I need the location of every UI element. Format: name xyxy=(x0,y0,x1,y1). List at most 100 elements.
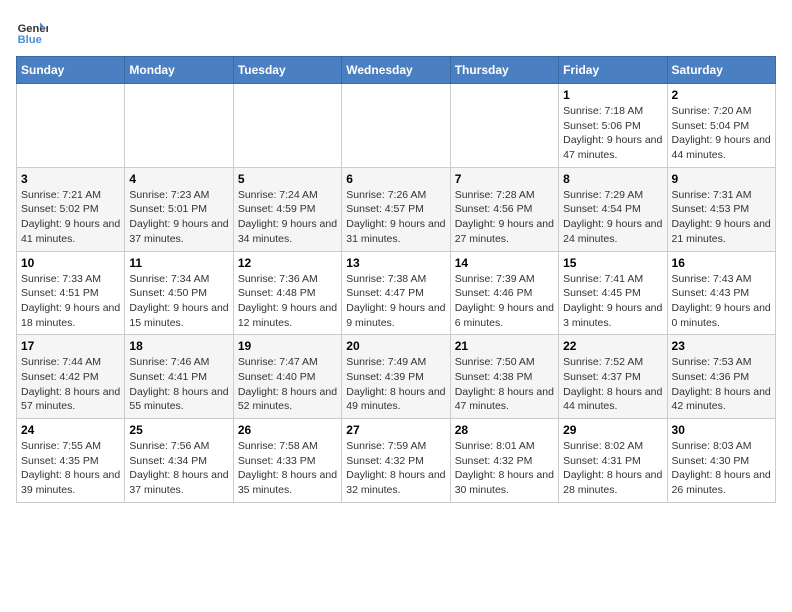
day-header-saturday: Saturday xyxy=(667,57,775,84)
day-number: 30 xyxy=(672,423,771,437)
calendar-cell: 11Sunrise: 7:34 AM Sunset: 4:50 PM Dayli… xyxy=(125,251,233,335)
day-number: 26 xyxy=(238,423,337,437)
day-number: 3 xyxy=(21,172,120,186)
day-number: 15 xyxy=(563,256,662,270)
day-info: Sunrise: 7:28 AM Sunset: 4:56 PM Dayligh… xyxy=(455,188,554,247)
day-info: Sunrise: 7:21 AM Sunset: 5:02 PM Dayligh… xyxy=(21,188,120,247)
day-number: 28 xyxy=(455,423,554,437)
day-info: Sunrise: 7:20 AM Sunset: 5:04 PM Dayligh… xyxy=(672,104,771,163)
calendar-cell: 13 Sunrise: 7:38 AM Sunset: 4:47 PM Dayli… xyxy=(342,251,450,335)
calendar-cell: 24 Sunrise: 7:55 AM Sunset: 4:35 PM Dayli… xyxy=(17,419,125,503)
calendar-cell xyxy=(17,84,125,168)
page-header: General Blue xyxy=(16,16,776,48)
day-header-friday: Friday xyxy=(559,57,667,84)
day-info: Sunrise: 8:01 AM Sunset: 4:32 PM Dayligh… xyxy=(455,439,554,498)
day-number: 19 xyxy=(238,339,337,353)
day-number: 7 xyxy=(455,172,554,186)
calendar-cell: 10 Sunrise: 7:33 AM Sunset: 4:51 PM Dayli… xyxy=(17,251,125,335)
calendar-cell: 2 Sunrise: 7:20 AM Sunset: 5:04 PM Daylig… xyxy=(667,84,775,168)
day-number: 1 xyxy=(563,88,662,102)
calendar-cell xyxy=(450,84,558,168)
day-number: 24 xyxy=(21,423,120,437)
day-info: Sunrise: 7:29 AM Sunset: 4:54 PM Dayligh… xyxy=(563,188,662,247)
day-info: Sunrise: 7:44 AM Sunset: 4:42 PM Dayligh… xyxy=(21,355,120,414)
day-info: Sunrise: 7:53 AM Sunset: 4:36 PM Dayligh… xyxy=(672,355,771,414)
day-number: 27 xyxy=(346,423,445,437)
calendar-cell: 29 Sunrise: 8:02 AM Sunset: 4:31 PM Dayli… xyxy=(559,419,667,503)
day-number: 20 xyxy=(346,339,445,353)
header-row: SundayMondayTuesdayWednesdayThursdayFrid… xyxy=(17,57,776,84)
calendar-cell: 20Sunrise: 7:49 AM Sunset: 4:39 PM Dayli… xyxy=(342,335,450,419)
day-info: Sunrise: 7:33 AM Sunset: 4:51 PM Dayligh… xyxy=(21,272,120,331)
calendar-cell: 18Sunrise: 7:46 AM Sunset: 4:41 PM Dayli… xyxy=(125,335,233,419)
day-info: Sunrise: 7:43 AM Sunset: 4:43 PM Dayligh… xyxy=(672,272,771,331)
day-number: 16 xyxy=(672,256,771,270)
logo-icon: General Blue xyxy=(16,16,48,48)
day-info: Sunrise: 7:23 AM Sunset: 5:01 PM Dayligh… xyxy=(129,188,228,247)
calendar-cell: 16 Sunrise: 7:43 AM Sunset: 4:43 PM Dayli… xyxy=(667,251,775,335)
day-info: Sunrise: 7:56 AM Sunset: 4:34 PM Dayligh… xyxy=(129,439,228,498)
calendar-cell xyxy=(233,84,341,168)
day-number: 8 xyxy=(563,172,662,186)
day-number: 29 xyxy=(563,423,662,437)
day-number: 4 xyxy=(129,172,228,186)
calendar-cell: 28 Sunrise: 8:01 AM Sunset: 4:32 PM Dayli… xyxy=(450,419,558,503)
day-number: 2 xyxy=(672,88,771,102)
logo: General Blue xyxy=(16,16,48,48)
calendar-cell xyxy=(342,84,450,168)
day-number: 22 xyxy=(563,339,662,353)
svg-text:Blue: Blue xyxy=(18,34,42,46)
day-number: 14 xyxy=(455,256,554,270)
calendar-cell xyxy=(125,84,233,168)
calendar-cell: 17 Sunrise: 7:44 AM Sunset: 4:42 PM Dayli… xyxy=(17,335,125,419)
calendar-cell: 5 Sunrise: 7:24 AM Sunset: 4:59 PM Daylig… xyxy=(233,167,341,251)
calendar-week-2: 3 Sunrise: 7:21 AM Sunset: 5:02 PM Daylig… xyxy=(17,167,776,251)
day-number: 17 xyxy=(21,339,120,353)
calendar-week-4: 17 Sunrise: 7:44 AM Sunset: 4:42 PM Dayli… xyxy=(17,335,776,419)
day-number: 25 xyxy=(129,423,228,437)
day-info: Sunrise: 7:55 AM Sunset: 4:35 PM Dayligh… xyxy=(21,439,120,498)
day-number: 13 xyxy=(346,256,445,270)
day-header-tuesday: Tuesday xyxy=(233,57,341,84)
day-info: Sunrise: 7:52 AM Sunset: 4:37 PM Dayligh… xyxy=(563,355,662,414)
day-number: 21 xyxy=(455,339,554,353)
day-info: Sunrise: 7:41 AM Sunset: 4:45 PM Dayligh… xyxy=(563,272,662,331)
day-number: 12 xyxy=(238,256,337,270)
day-info: Sunrise: 7:46 AM Sunset: 4:41 PM Dayligh… xyxy=(129,355,228,414)
day-info: Sunrise: 7:26 AM Sunset: 4:57 PM Dayligh… xyxy=(346,188,445,247)
calendar-cell: 3 Sunrise: 7:21 AM Sunset: 5:02 PM Daylig… xyxy=(17,167,125,251)
day-number: 9 xyxy=(672,172,771,186)
calendar-week-5: 24 Sunrise: 7:55 AM Sunset: 4:35 PM Dayli… xyxy=(17,419,776,503)
calendar-week-1: 1 Sunrise: 7:18 AM Sunset: 5:06 PM Daylig… xyxy=(17,84,776,168)
day-header-sunday: Sunday xyxy=(17,57,125,84)
calendar-cell: 15 Sunrise: 7:41 AM Sunset: 4:45 PM Dayli… xyxy=(559,251,667,335)
calendar-cell: 4 Sunrise: 7:23 AM Sunset: 5:01 PM Daylig… xyxy=(125,167,233,251)
day-info: Sunrise: 7:38 AM Sunset: 4:47 PM Dayligh… xyxy=(346,272,445,331)
calendar-cell: 23 Sunrise: 7:53 AM Sunset: 4:36 PM Dayli… xyxy=(667,335,775,419)
calendar-cell: 30 Sunrise: 8:03 AM Sunset: 4:30 PM Dayli… xyxy=(667,419,775,503)
day-info: Sunrise: 8:03 AM Sunset: 4:30 PM Dayligh… xyxy=(672,439,771,498)
calendar-cell: 9Sunrise: 7:31 AM Sunset: 4:53 PM Daylig… xyxy=(667,167,775,251)
day-info: Sunrise: 7:36 AM Sunset: 4:48 PM Dayligh… xyxy=(238,272,337,331)
calendar-cell: 26 Sunrise: 7:58 AM Sunset: 4:33 PM Dayli… xyxy=(233,419,341,503)
day-info: Sunrise: 7:58 AM Sunset: 4:33 PM Dayligh… xyxy=(238,439,337,498)
day-number: 5 xyxy=(238,172,337,186)
calendar-cell: 21 Sunrise: 7:50 AM Sunset: 4:38 PM Dayli… xyxy=(450,335,558,419)
calendar-cell: 1 Sunrise: 7:18 AM Sunset: 5:06 PM Daylig… xyxy=(559,84,667,168)
day-info: Sunrise: 7:50 AM Sunset: 4:38 PM Dayligh… xyxy=(455,355,554,414)
svg-text:General: General xyxy=(18,23,48,35)
calendar-cell: 22 Sunrise: 7:52 AM Sunset: 4:37 PM Dayli… xyxy=(559,335,667,419)
calendar-table: SundayMondayTuesdayWednesdayThursdayFrid… xyxy=(16,56,776,503)
day-number: 10 xyxy=(21,256,120,270)
day-header-thursday: Thursday xyxy=(450,57,558,84)
day-number: 23 xyxy=(672,339,771,353)
calendar-cell: 6 Sunrise: 7:26 AM Sunset: 4:57 PM Daylig… xyxy=(342,167,450,251)
calendar-cell: 25 Sunrise: 7:56 AM Sunset: 4:34 PM Dayli… xyxy=(125,419,233,503)
day-info: Sunrise: 8:02 AM Sunset: 4:31 PM Dayligh… xyxy=(563,439,662,498)
day-info: Sunrise: 7:18 AM Sunset: 5:06 PM Dayligh… xyxy=(563,104,662,163)
day-info: Sunrise: 7:39 AM Sunset: 4:46 PM Dayligh… xyxy=(455,272,554,331)
calendar-cell: 19Sunrise: 7:47 AM Sunset: 4:40 PM Dayli… xyxy=(233,335,341,419)
day-number: 6 xyxy=(346,172,445,186)
day-info: Sunrise: 7:24 AM Sunset: 4:59 PM Dayligh… xyxy=(238,188,337,247)
day-header-wednesday: Wednesday xyxy=(342,57,450,84)
